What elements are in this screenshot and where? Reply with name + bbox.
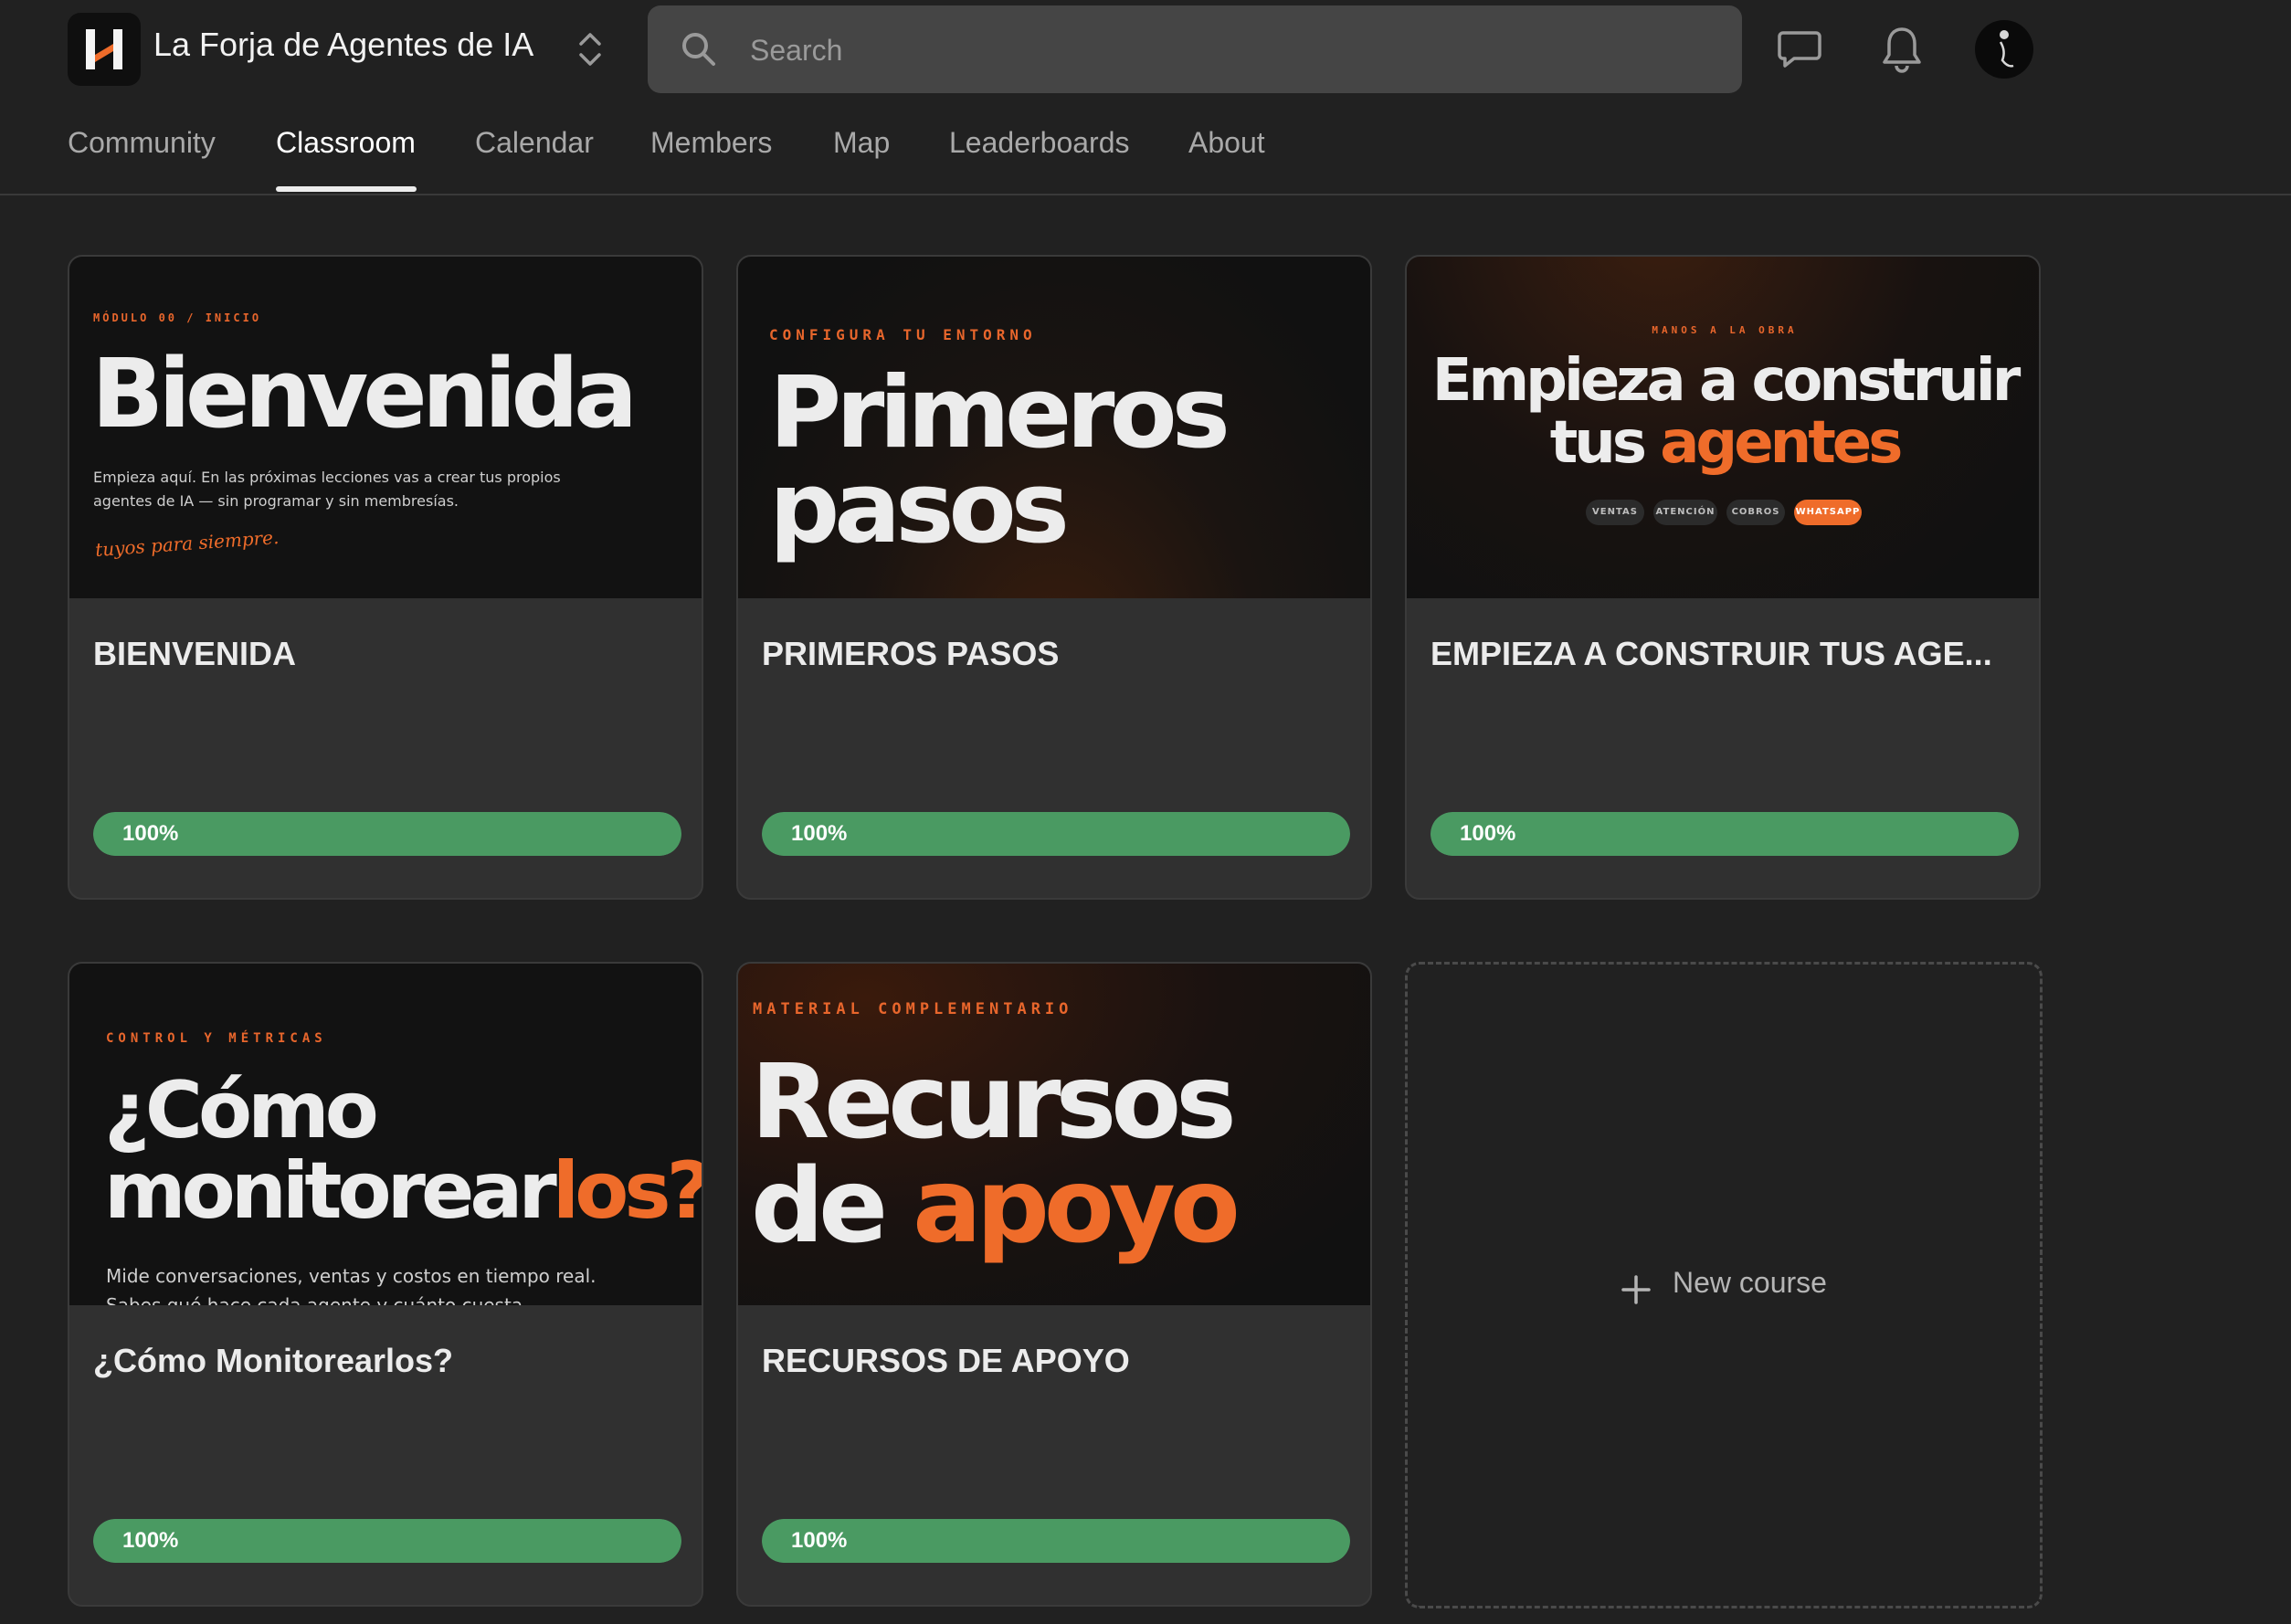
thumbnail-kicker: MATERIAL COMPLEMENTARIO <box>753 1000 1073 1018</box>
progress-fill <box>1431 812 2019 856</box>
thumbnail-chip: VENTAS <box>1586 500 1644 525</box>
group-name[interactable]: La Forja de Agentes de IA <box>153 26 533 64</box>
thumbnail-headline: de apoyo <box>751 1147 1241 1266</box>
progress-label: 100% <box>791 821 848 846</box>
thumbnail-desc-line: Sabes qué hace cada agente y cuánto cues… <box>106 1294 529 1305</box>
thumbnail-headline: pasos <box>769 451 1070 565</box>
group-switcher-chevron-icon[interactable] <box>572 27 608 71</box>
course-thumbnail: MÓDULO 00 / INICIO Bienvenida Empieza aq… <box>69 257 702 598</box>
tab-classroom[interactable]: Classroom <box>276 126 416 160</box>
course-card-primeros-pasos[interactable]: CONFIGURA TU ENTORNO Primeros pasos PRIM… <box>736 255 1372 900</box>
progress-label: 100% <box>1460 821 1516 846</box>
bell-icon[interactable] <box>1880 24 1924 79</box>
group-logo[interactable] <box>68 13 141 86</box>
search-bar[interactable] <box>648 5 1742 93</box>
course-thumbnail: CONFIGURA TU ENTORNO Primeros pasos <box>738 257 1370 598</box>
tab-about[interactable]: About <box>1188 126 1265 160</box>
progress-label: 100% <box>122 821 179 846</box>
tab-calendar[interactable]: Calendar <box>475 126 594 160</box>
course-title[interactable]: BIENVENIDA <box>93 635 687 673</box>
progress-bar: 100% <box>762 812 1350 856</box>
course-card-bienvenida[interactable]: MÓDULO 00 / INICIO Bienvenida Empieza aq… <box>68 255 703 900</box>
thumbnail-kicker: MANOS A LA OBRA <box>1652 324 1798 336</box>
thumbnail-chip: ATENCIÓN <box>1653 500 1717 525</box>
course-card-como-monitorearlos[interactable]: CONTROL Y MÉTRICAS ¿Cómo monitorearlos? … <box>68 962 703 1607</box>
course-title[interactable]: PRIMEROS PASOS <box>762 635 1356 673</box>
thumbnail-desc-line: Empieza aquí. En las próximas lecciones … <box>93 469 561 486</box>
chat-icon[interactable] <box>1776 27 1823 76</box>
tab-map[interactable]: Map <box>833 126 890 160</box>
thumbnail-chip: COBROS <box>1726 500 1785 525</box>
thumbnail-headline: Recursos <box>751 1043 1237 1162</box>
logo-h-icon <box>86 29 122 69</box>
thumbnail-headline: monitorearlos? <box>104 1145 703 1237</box>
progress-bar: 100% <box>1431 812 2019 856</box>
new-course-label: New course <box>1673 1266 1827 1299</box>
thumbnail-chip: WHATSAPP <box>1794 500 1862 525</box>
thumbnail-kicker: CONFIGURA TU ENTORNO <box>769 326 1037 343</box>
thumbnail-script: tuyos para siempre. <box>94 526 280 561</box>
thumbnail-headline: Primeros <box>769 356 1230 470</box>
progress-bar: 100% <box>93 1519 681 1563</box>
thumbnail-desc-line: Mide conversaciones, ventas y costos en … <box>106 1265 597 1287</box>
tab-leaderboards[interactable]: Leaderboards <box>949 126 1129 160</box>
plus-icon <box>1621 1275 1651 1304</box>
progress-label: 100% <box>122 1528 179 1553</box>
progress-bar: 100% <box>93 812 681 856</box>
thumbnail-kicker: MÓDULO 00 / INICIO <box>93 311 262 324</box>
course-card-recursos-de-apoyo[interactable]: MATERIAL COMPLEMENTARIO Recursos de apoy… <box>736 962 1372 1607</box>
top-header: La Forja de Agentes de IA Community Cl <box>0 0 2291 195</box>
search-input[interactable] <box>748 24 1702 77</box>
course-thumbnail: MANOS A LA OBRA Empieza a construir tus … <box>1407 257 2039 598</box>
thumbnail-kicker: CONTROL Y MÉTRICAS <box>106 1031 327 1046</box>
progress-fill <box>762 1519 1350 1563</box>
course-card-empieza-a-construir[interactable]: MANOS A LA OBRA Empieza a construir tus … <box>1405 255 2041 900</box>
course-title[interactable]: EMPIEZA A CONSTRUIR TUS AGE... <box>1431 635 2024 673</box>
course-thumbnail: CONTROL Y MÉTRICAS ¿Cómo monitorearlos? … <box>69 964 703 1305</box>
progress-fill <box>762 812 1350 856</box>
progress-fill <box>93 812 681 856</box>
new-course-button[interactable]: New course <box>1405 962 2043 1608</box>
thumbnail-desc-line: agentes de IA — sin programar y sin memb… <box>93 492 459 510</box>
thumbnail-headline: ¿Cómo <box>104 1065 379 1156</box>
active-tab-indicator <box>276 186 417 192</box>
user-avatar[interactable] <box>1975 20 2033 79</box>
course-title[interactable]: RECURSOS DE APOYO <box>762 1342 1356 1380</box>
tab-community[interactable]: Community <box>68 126 216 160</box>
progress-label: 100% <box>791 1528 848 1553</box>
thumbnail-headline: tus agentes <box>1549 409 1904 477</box>
progress-bar: 100% <box>762 1519 1350 1563</box>
progress-fill <box>93 1519 681 1563</box>
course-title[interactable]: ¿Cómo Monitorearlos? <box>93 1342 687 1380</box>
tab-members[interactable]: Members <box>650 126 772 160</box>
thumbnail-headline: Bienvenida <box>91 338 638 449</box>
search-icon <box>682 33 715 66</box>
thumbnail-headline: Empieza a construir <box>1431 347 2022 415</box>
course-thumbnail: MATERIAL COMPLEMENTARIO Recursos de apoy… <box>738 964 1370 1305</box>
